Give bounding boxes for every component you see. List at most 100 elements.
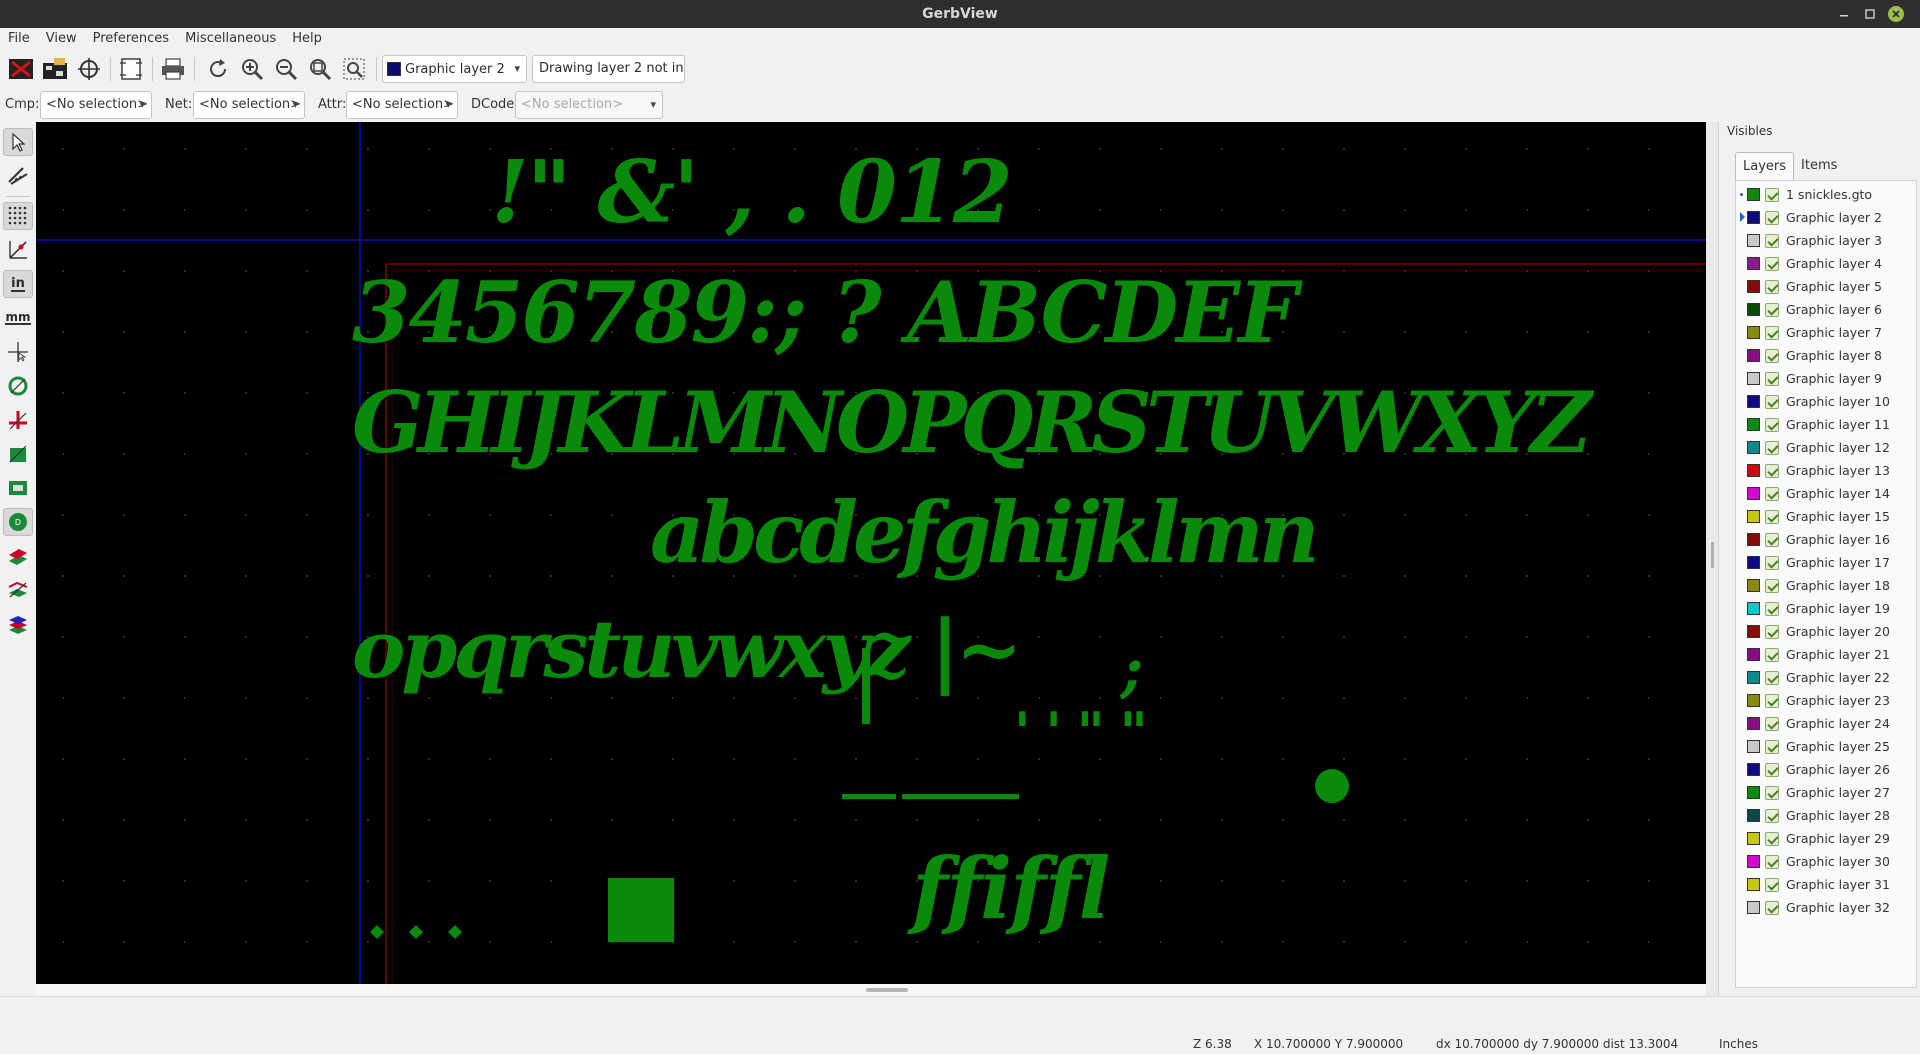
layer-row[interactable]: Graphic layer 27 <box>1736 781 1916 804</box>
units-mm-button[interactable]: mm <box>3 304 33 332</box>
full-cursor-button[interactable] <box>3 338 33 366</box>
layer-visibility-checkbox[interactable] <box>1765 187 1779 202</box>
menu-view[interactable]: View <box>38 28 85 50</box>
layer-visibility-checkbox[interactable] <box>1765 348 1779 363</box>
zoom-out-button[interactable] <box>271 55 301 83</box>
panel-splitter[interactable] <box>1706 122 1718 996</box>
layers-manager-button[interactable] <box>3 610 33 638</box>
units-inch-button[interactable]: in <box>3 270 33 298</box>
layer-color-swatch[interactable] <box>1747 602 1760 615</box>
maximize-icon[interactable] <box>1862 6 1878 22</box>
layer-color-swatch[interactable] <box>1747 786 1760 799</box>
layer-color-swatch[interactable] <box>1747 487 1760 500</box>
layer-color-swatch[interactable] <box>1747 464 1760 477</box>
flashed-sketch-button[interactable] <box>3 372 33 400</box>
layer-visibility-checkbox[interactable] <box>1765 210 1779 225</box>
high-contrast-button[interactable] <box>3 576 33 604</box>
net-select[interactable]: <No selection> ▾ <box>193 91 305 119</box>
layer-visibility-checkbox[interactable] <box>1765 486 1779 501</box>
zoom-in-button[interactable] <box>237 55 267 83</box>
layer-row[interactable]: Graphic layer 9 <box>1736 367 1916 390</box>
layer-visibility-checkbox[interactable] <box>1765 808 1779 823</box>
layer-visibility-checkbox[interactable] <box>1765 785 1779 800</box>
layer-visibility-checkbox[interactable] <box>1765 624 1779 639</box>
layer-color-swatch[interactable] <box>1747 832 1760 845</box>
dcodes-display-button[interactable]: D <box>3 508 33 536</box>
layer-row[interactable]: Graphic layer 10 <box>1736 390 1916 413</box>
layer-color-swatch[interactable] <box>1747 556 1760 569</box>
layer-row[interactable]: Graphic layer 15 <box>1736 505 1916 528</box>
redraw-button[interactable] <box>203 55 233 83</box>
layer-row[interactable]: Graphic layer 3 <box>1736 229 1916 252</box>
layer-row[interactable]: Graphic layer 8 <box>1736 344 1916 367</box>
layer-row[interactable]: Graphic layer 4 <box>1736 252 1916 275</box>
attr-select[interactable]: <No selection> ▾ <box>346 91 458 119</box>
layer-color-swatch[interactable] <box>1747 257 1760 270</box>
layer-color-swatch[interactable] <box>1747 188 1760 201</box>
scrollbar-thumb[interactable] <box>866 988 908 992</box>
page-settings-button[interactable] <box>116 55 146 83</box>
layer-row[interactable]: Graphic layer 17 <box>1736 551 1916 574</box>
layer-color-swatch[interactable] <box>1747 694 1760 707</box>
layer-color-swatch[interactable] <box>1747 533 1760 546</box>
layer-row[interactable]: Graphic layer 28 <box>1736 804 1916 827</box>
active-layer-select[interactable]: Graphic layer 2 ▾ <box>382 55 527 83</box>
layer-visibility-checkbox[interactable] <box>1765 693 1779 708</box>
layer-color-swatch[interactable] <box>1747 878 1760 891</box>
layer-row[interactable]: Graphic layer 16 <box>1736 528 1916 551</box>
layer-color-swatch[interactable] <box>1747 717 1760 730</box>
layer-color-swatch[interactable] <box>1747 441 1760 454</box>
layer-visibility-checkbox[interactable] <box>1765 670 1779 685</box>
load-drill-button[interactable] <box>74 55 104 83</box>
diff-mode-button[interactable] <box>3 542 33 570</box>
layer-color-swatch[interactable] <box>1747 303 1760 316</box>
layer-color-swatch[interactable] <box>1747 579 1760 592</box>
layer-visibility-checkbox[interactable] <box>1765 256 1779 271</box>
layer-color-swatch[interactable] <box>1747 349 1760 362</box>
layer-row[interactable]: Graphic layer 6 <box>1736 298 1916 321</box>
layer-color-swatch[interactable] <box>1747 648 1760 661</box>
measure-tool-button[interactable] <box>3 162 33 190</box>
layer-visibility-checkbox[interactable] <box>1765 877 1779 892</box>
layer-row[interactable]: Graphic layer 32 <box>1736 896 1916 919</box>
layer-color-swatch[interactable] <box>1747 809 1760 822</box>
layer-row[interactable]: Graphic layer 20 <box>1736 620 1916 643</box>
layer-row[interactable]: Graphic layer 29 <box>1736 827 1916 850</box>
layer-visibility-checkbox[interactable] <box>1765 532 1779 547</box>
layer-visibility-checkbox[interactable] <box>1765 325 1779 340</box>
polygons-sketch-button[interactable] <box>3 440 33 468</box>
menu-file[interactable]: File <box>0 28 38 50</box>
clear-board-button[interactable] <box>6 55 36 83</box>
layer-row[interactable]: Graphic layer 11 <box>1736 413 1916 436</box>
layer-color-swatch[interactable] <box>1747 625 1760 638</box>
layer-row[interactable]: Graphic layer 26 <box>1736 758 1916 781</box>
layer-row[interactable]: Graphic layer 19 <box>1736 597 1916 620</box>
layer-visibility-checkbox[interactable] <box>1765 440 1779 455</box>
tab-layers[interactable]: Layers <box>1735 152 1795 180</box>
layer-row[interactable]: Graphic layer 31 <box>1736 873 1916 896</box>
layer-row[interactable]: 1 snickles.gto <box>1736 183 1916 206</box>
layer-row[interactable]: Graphic layer 14 <box>1736 482 1916 505</box>
grid-toggle-button[interactable] <box>3 202 33 230</box>
negative-objects-button[interactable] <box>3 474 33 502</box>
tab-items[interactable]: Items <box>1794 152 1844 180</box>
layer-visibility-checkbox[interactable] <box>1765 578 1779 593</box>
layer-row[interactable]: Graphic layer 22 <box>1736 666 1916 689</box>
layer-color-swatch[interactable] <box>1747 326 1760 339</box>
layer-visibility-checkbox[interactable] <box>1765 371 1779 386</box>
layer-color-swatch[interactable] <box>1747 671 1760 684</box>
lines-sketch-button[interactable] <box>3 406 33 434</box>
layer-row[interactable]: Graphic layer 24 <box>1736 712 1916 735</box>
layer-row[interactable]: Graphic layer 13 <box>1736 459 1916 482</box>
horizontal-scrollbar[interactable] <box>36 984 1706 996</box>
layer-visibility-checkbox[interactable] <box>1765 417 1779 432</box>
layer-visibility-checkbox[interactable] <box>1765 394 1779 409</box>
layer-row[interactable]: Graphic layer 25 <box>1736 735 1916 758</box>
layer-visibility-checkbox[interactable] <box>1765 647 1779 662</box>
menu-miscellaneous[interactable]: Miscellaneous <box>177 28 284 50</box>
minimize-icon[interactable] <box>1836 6 1852 22</box>
layer-color-swatch[interactable] <box>1747 418 1760 431</box>
layer-color-swatch[interactable] <box>1747 280 1760 293</box>
layer-row[interactable]: Graphic layer 18 <box>1736 574 1916 597</box>
layer-visibility-checkbox[interactable] <box>1765 302 1779 317</box>
